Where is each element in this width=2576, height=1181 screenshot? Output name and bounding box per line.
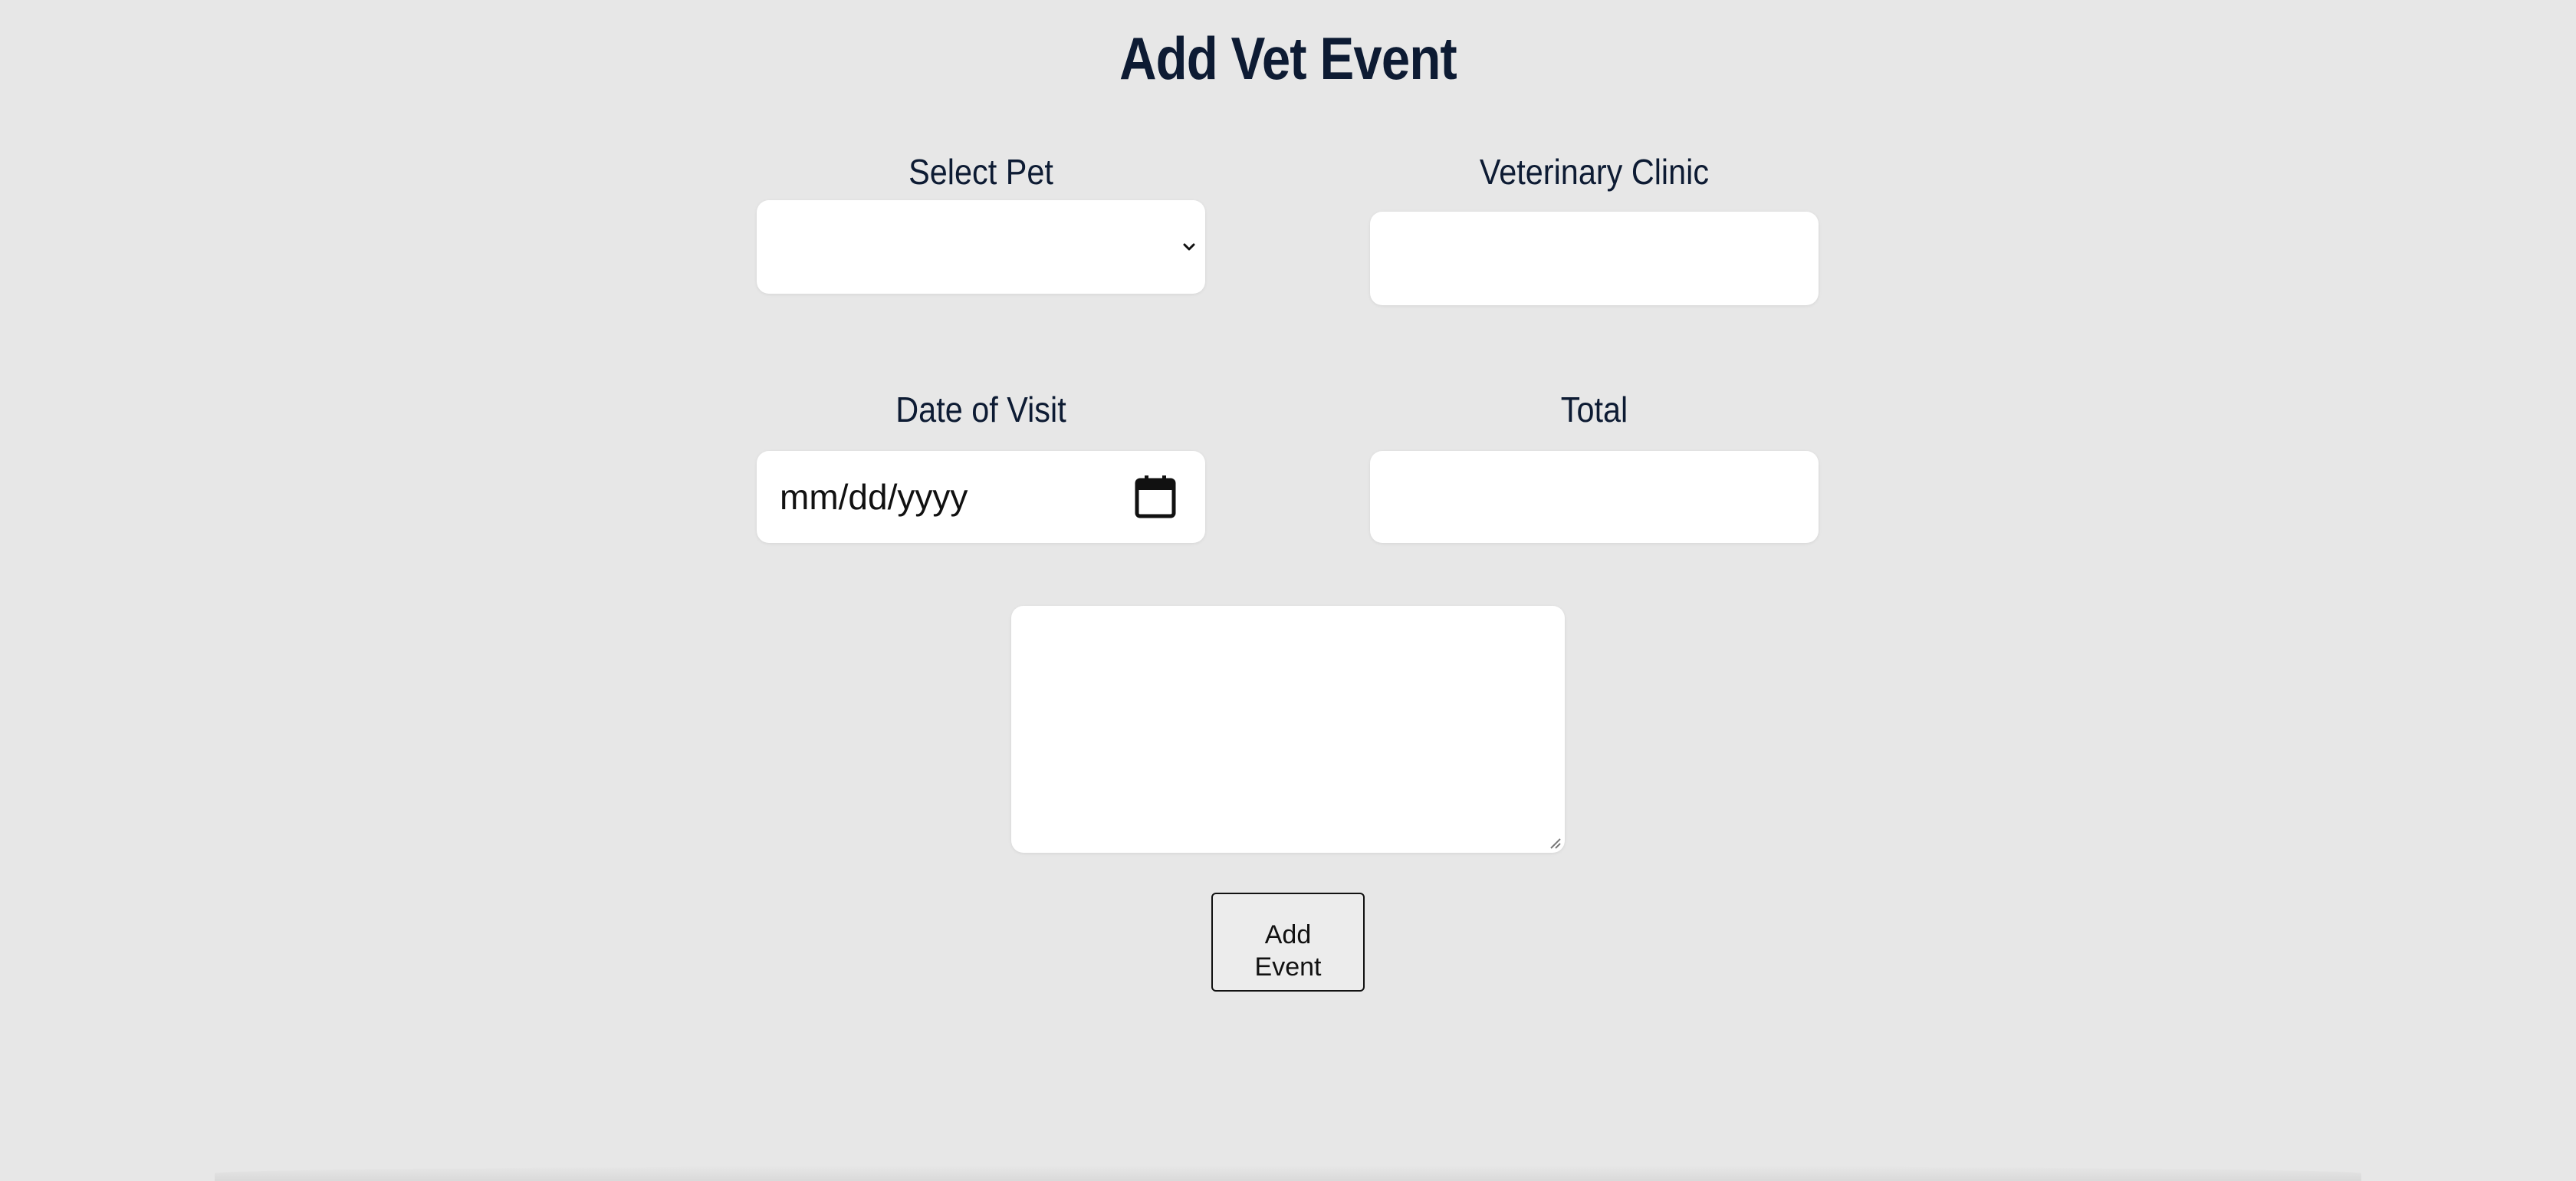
date-of-visit-label: Date of Visit: [895, 390, 1066, 429]
select-pet-dropdown[interactable]: [757, 200, 1205, 294]
date-of-visit-input[interactable]: mm/dd/yyyy: [757, 451, 1205, 543]
total-input[interactable]: [1370, 451, 1819, 543]
veterinary-clinic-label: Veterinary Clinic: [1479, 152, 1710, 192]
date-placeholder: mm/dd/yyyy: [780, 477, 968, 517]
select-pet-label: Select Pet: [909, 152, 1053, 192]
chevron-down-icon: [1183, 243, 1195, 251]
add-vet-event-page: Add Vet Event Select Pet Veterinary Clin…: [0, 0, 2576, 1181]
add-event-button[interactable]: Add Event: [1211, 893, 1365, 992]
notes-textarea[interactable]: [1011, 606, 1565, 853]
bottom-shadow: [215, 1166, 2361, 1181]
page-title: Add Vet Event: [1119, 25, 1457, 92]
calendar-icon[interactable]: [1135, 475, 1176, 518]
veterinary-clinic-input[interactable]: [1370, 212, 1819, 305]
total-label: Total: [1560, 390, 1628, 429]
resize-grip-icon[interactable]: [1548, 836, 1562, 850]
